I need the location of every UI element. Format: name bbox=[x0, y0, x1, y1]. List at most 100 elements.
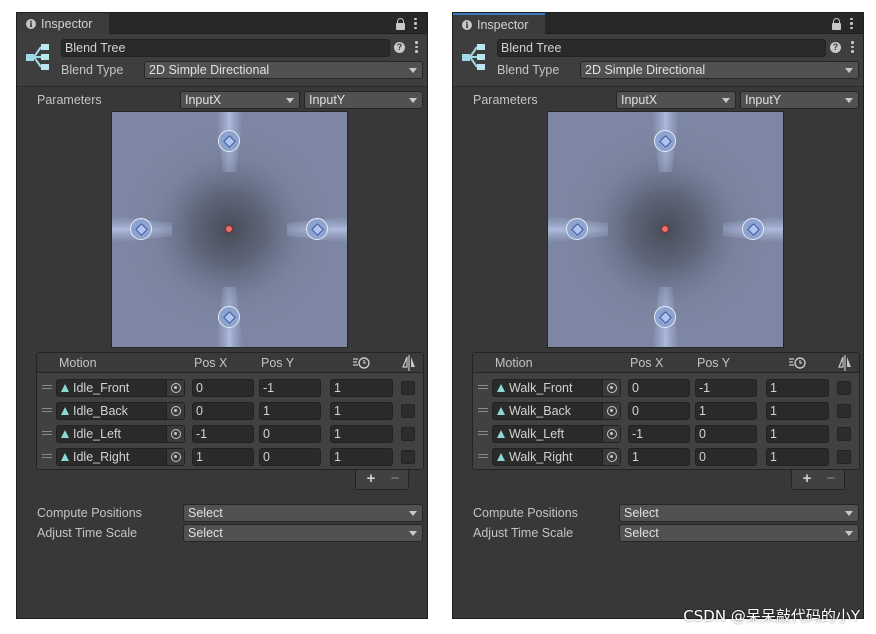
pos-x-field[interactable]: 1 bbox=[628, 448, 690, 466]
time-scale-field[interactable]: 1 bbox=[766, 402, 829, 420]
motion-clip-field[interactable]: Idle_Right bbox=[56, 448, 185, 466]
help-icon[interactable]: ? bbox=[394, 42, 405, 53]
motion-clip-field[interactable]: Walk_Back bbox=[492, 402, 621, 420]
motion-clip-field[interactable]: Walk_Right bbox=[492, 448, 621, 466]
remove-motion-button[interactable]: − bbox=[384, 470, 406, 488]
time-scale-field[interactable]: 1 bbox=[766, 425, 829, 443]
pos-y-field[interactable]: -1 bbox=[259, 379, 321, 397]
tab-inspector[interactable]: i Inspector bbox=[453, 13, 545, 34]
drag-handle-icon[interactable] bbox=[478, 454, 488, 459]
kebab-menu-icon[interactable] bbox=[415, 41, 418, 53]
pos-y-field[interactable]: 0 bbox=[259, 448, 321, 466]
pos-y-field[interactable]: 0 bbox=[695, 448, 757, 466]
time-scale-field[interactable]: 1 bbox=[330, 425, 393, 443]
pos-x-field[interactable]: -1 bbox=[628, 425, 690, 443]
tab-inspector[interactable]: i Inspector bbox=[17, 13, 109, 34]
mirror-checkbox[interactable] bbox=[401, 427, 415, 441]
pos-x-field[interactable]: 0 bbox=[628, 379, 690, 397]
motion-node[interactable] bbox=[218, 130, 240, 152]
mirror-checkbox[interactable] bbox=[837, 450, 851, 464]
drag-handle-icon[interactable] bbox=[478, 431, 488, 436]
add-motion-button[interactable]: + bbox=[796, 470, 818, 488]
kebab-menu-icon[interactable] bbox=[414, 17, 417, 30]
remove-motion-button[interactable]: − bbox=[820, 470, 842, 488]
blend-tree-name-field[interactable]: Blend Tree bbox=[497, 39, 826, 57]
pos-x-field[interactable]: 1 bbox=[192, 448, 254, 466]
motion-clip-field[interactable]: Idle_Left bbox=[56, 425, 185, 443]
pos-y-field[interactable]: 1 bbox=[695, 402, 757, 420]
pos-x-field[interactable]: -1 bbox=[192, 425, 254, 443]
time-scale-icon bbox=[789, 357, 806, 369]
motion-clip-field[interactable]: Walk_Front bbox=[492, 379, 621, 397]
parameter-x-dropdown[interactable]: InputX bbox=[616, 91, 736, 109]
help-icon[interactable]: ? bbox=[830, 42, 841, 53]
pos-x-field[interactable]: 0 bbox=[192, 402, 254, 420]
time-scale-field[interactable]: 1 bbox=[330, 448, 393, 466]
drag-handle-icon[interactable] bbox=[478, 408, 488, 413]
add-motion-button[interactable]: + bbox=[360, 470, 382, 488]
object-picker-icon[interactable] bbox=[166, 380, 184, 396]
mirror-checkbox[interactable] bbox=[837, 427, 851, 441]
mirror-checkbox[interactable] bbox=[837, 404, 851, 418]
pos-y-field[interactable]: 0 bbox=[259, 425, 321, 443]
mirror-checkbox[interactable] bbox=[837, 381, 851, 395]
object-picker-icon[interactable] bbox=[602, 426, 620, 442]
object-picker-icon[interactable] bbox=[166, 426, 184, 442]
chevron-down-icon bbox=[409, 511, 417, 516]
lock-icon[interactable] bbox=[832, 17, 841, 30]
motion-node[interactable] bbox=[742, 218, 764, 240]
blend-type-dropdown[interactable]: 2D Simple Directional bbox=[580, 61, 859, 79]
time-scale-field[interactable]: 1 bbox=[330, 402, 393, 420]
pos-x-field[interactable]: 0 bbox=[192, 379, 254, 397]
column-pos-y: Pos Y bbox=[261, 356, 295, 370]
kebab-menu-icon[interactable] bbox=[850, 17, 853, 30]
object-picker-icon[interactable] bbox=[166, 449, 184, 465]
time-scale-field[interactable]: 1 bbox=[330, 379, 393, 397]
blend-position-marker[interactable] bbox=[661, 225, 669, 233]
parameter-y-dropdown[interactable]: InputY bbox=[740, 91, 859, 109]
blend-type-dropdown[interactable]: 2D Simple Directional bbox=[144, 61, 423, 79]
drag-handle-icon[interactable] bbox=[42, 454, 52, 459]
pos-x-field[interactable]: 0 bbox=[628, 402, 690, 420]
motion-clip-field[interactable]: Walk_Left bbox=[492, 425, 621, 443]
mirror-checkbox[interactable] bbox=[401, 381, 415, 395]
motion-node[interactable] bbox=[218, 306, 240, 328]
blend-space-visualization[interactable] bbox=[111, 111, 348, 348]
blend-type-label: Blend Type bbox=[497, 63, 560, 77]
time-scale-field[interactable]: 1 bbox=[766, 379, 829, 397]
object-picker-icon[interactable] bbox=[166, 403, 184, 419]
mirror-checkbox[interactable] bbox=[401, 450, 415, 464]
motion-node[interactable] bbox=[306, 218, 328, 240]
pos-y-field[interactable]: 1 bbox=[259, 402, 321, 420]
drag-handle-icon[interactable] bbox=[478, 385, 488, 390]
mirror-checkbox[interactable] bbox=[401, 404, 415, 418]
parameter-y-dropdown[interactable]: InputY bbox=[304, 91, 423, 109]
compute-positions-dropdown[interactable]: Select bbox=[619, 504, 859, 522]
object-picker-icon[interactable] bbox=[602, 449, 620, 465]
motion-node[interactable] bbox=[654, 130, 676, 152]
adjust-time-scale-value: Select bbox=[188, 526, 223, 540]
adjust-time-scale-dropdown[interactable]: Select bbox=[183, 524, 423, 542]
adjust-time-scale-dropdown[interactable]: Select bbox=[619, 524, 859, 542]
compute-positions-dropdown[interactable]: Select bbox=[183, 504, 423, 522]
drag-handle-icon[interactable] bbox=[42, 408, 52, 413]
motion-clip-field[interactable]: Idle_Front bbox=[56, 379, 185, 397]
tab-label: Inspector bbox=[41, 16, 93, 31]
blend-position-marker[interactable] bbox=[225, 225, 233, 233]
pos-y-field[interactable]: -1 bbox=[695, 379, 757, 397]
parameter-x-dropdown[interactable]: InputX bbox=[180, 91, 300, 109]
pos-y-field[interactable]: 0 bbox=[695, 425, 757, 443]
blend-space-visualization[interactable] bbox=[547, 111, 784, 348]
blend-tree-name-field[interactable]: Blend Tree bbox=[61, 39, 390, 57]
drag-handle-icon[interactable] bbox=[42, 385, 52, 390]
drag-handle-icon[interactable] bbox=[42, 431, 52, 436]
time-scale-field[interactable]: 1 bbox=[766, 448, 829, 466]
motion-node[interactable] bbox=[130, 218, 152, 240]
object-picker-icon[interactable] bbox=[602, 380, 620, 396]
motion-node[interactable] bbox=[566, 218, 588, 240]
motion-clip-field[interactable]: Idle_Back bbox=[56, 402, 185, 420]
object-picker-icon[interactable] bbox=[602, 403, 620, 419]
lock-icon[interactable] bbox=[396, 17, 405, 30]
kebab-menu-icon[interactable] bbox=[851, 41, 854, 53]
motion-node[interactable] bbox=[654, 306, 676, 328]
